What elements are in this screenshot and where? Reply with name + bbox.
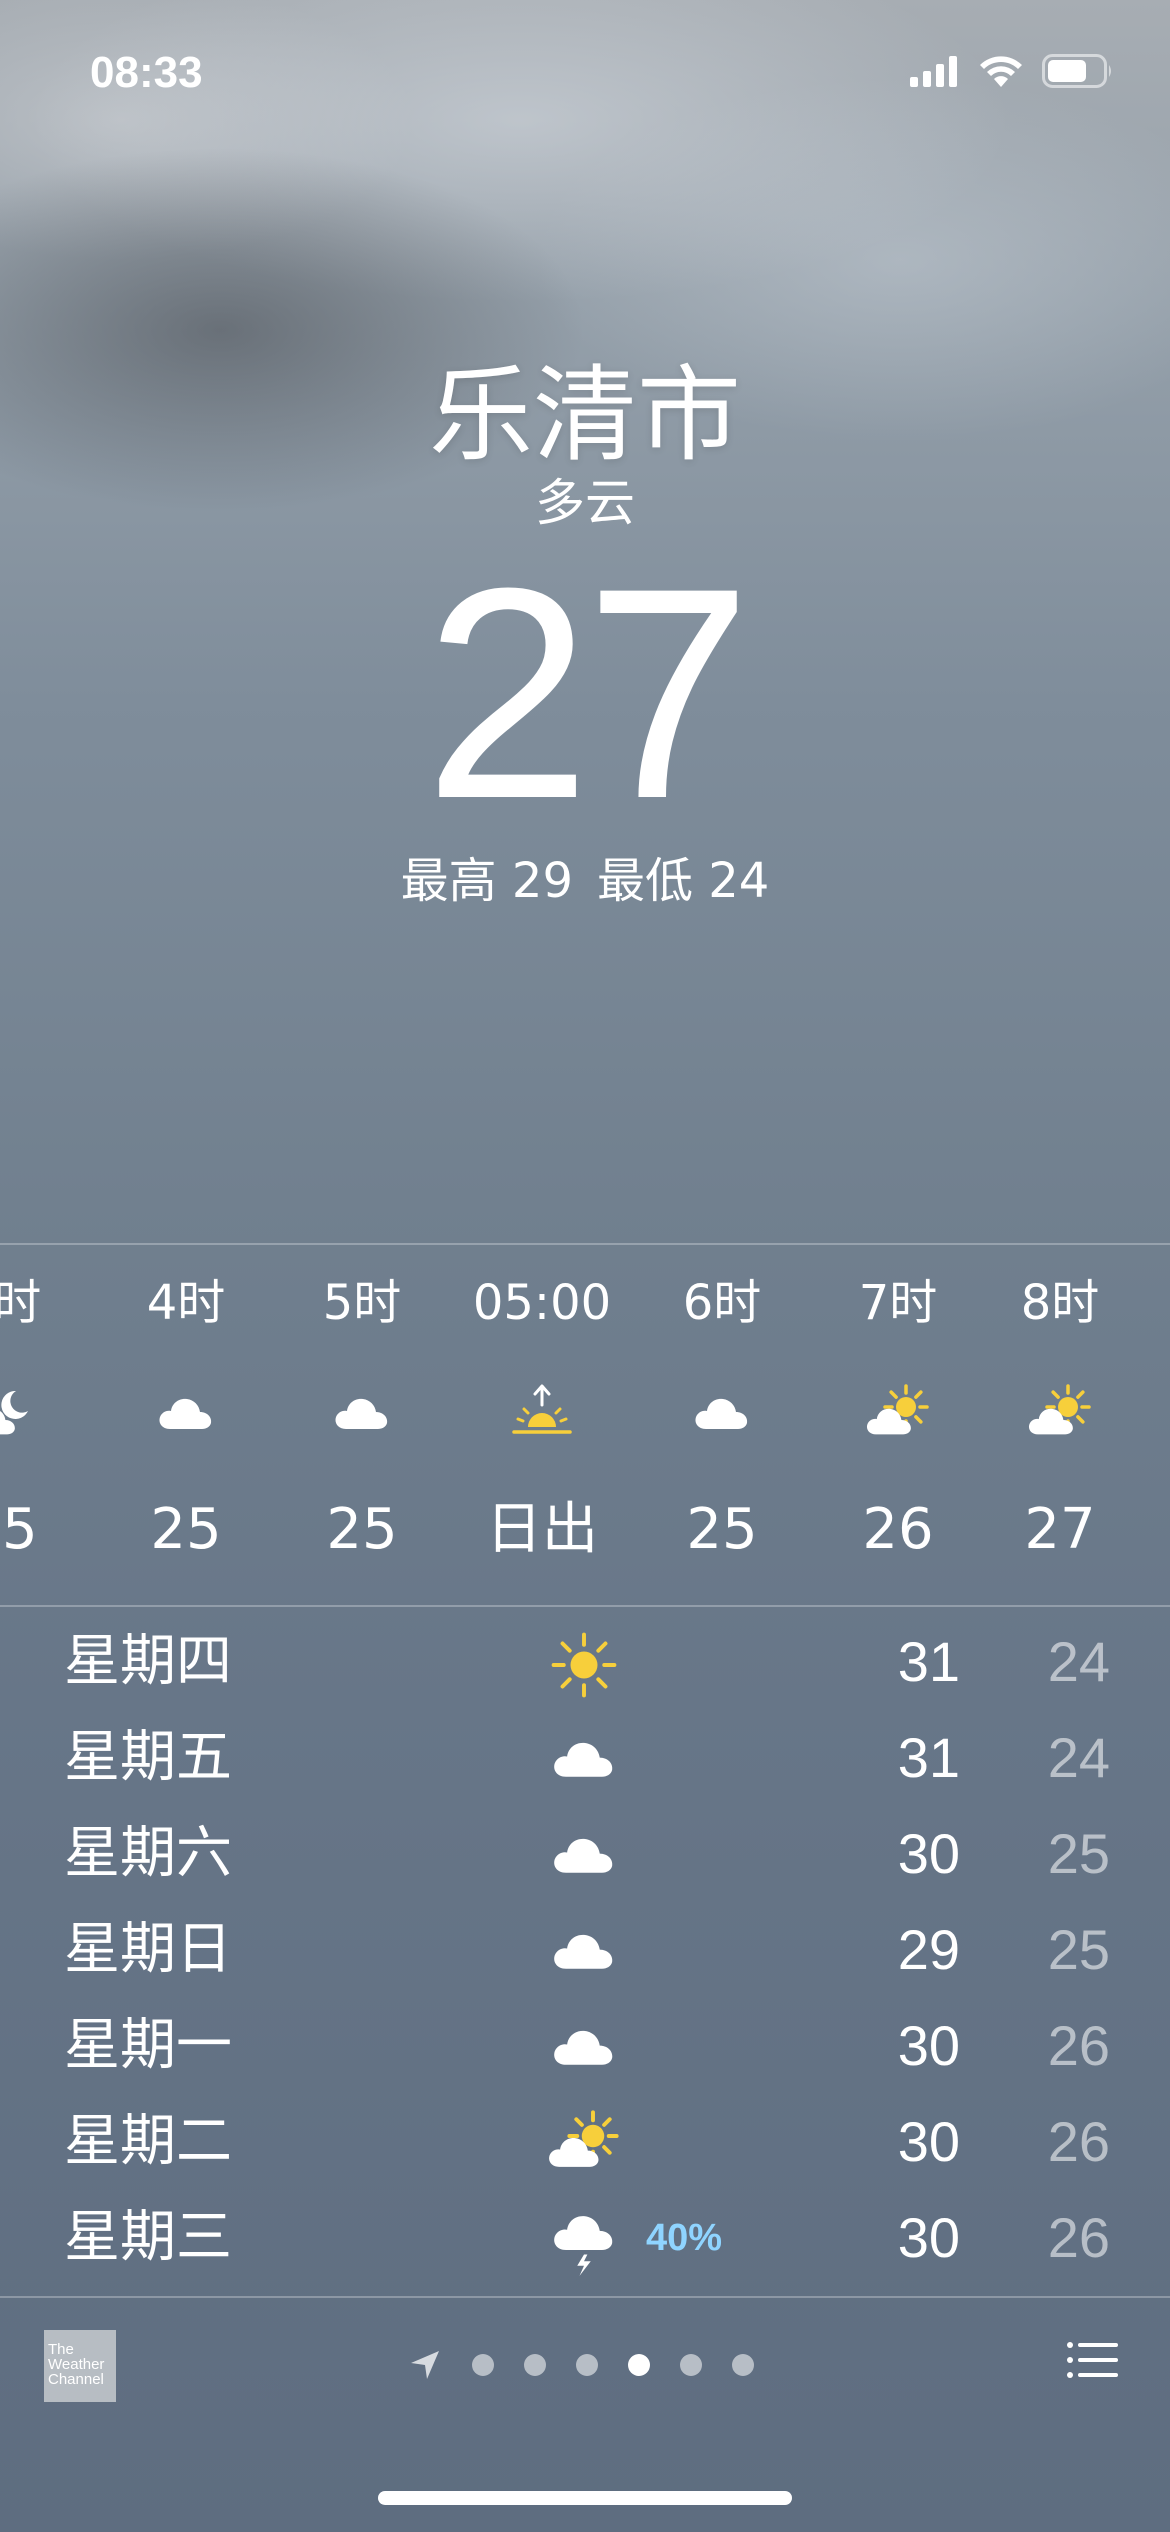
day-name: 星期四 [64, 1629, 232, 1694]
condition-text: 多云 [535, 474, 635, 532]
precip-chance: 40% [646, 2217, 723, 2259]
day-low: 25 [1047, 1822, 1110, 1885]
partly-sunny-icon [548, 2109, 620, 2181]
cloud-icon [690, 1383, 754, 1447]
day-name: 星期二 [64, 2109, 232, 2174]
logo-line: The [48, 2341, 74, 2358]
logo-line: Channel [48, 2371, 104, 2388]
day-name: 星期三 [64, 2205, 232, 2270]
location-arrow-icon [411, 2351, 439, 2379]
sun-icon [548, 1629, 620, 1701]
page-dot[interactable] [524, 2354, 546, 2376]
city-list-icon[interactable] [1066, 2340, 1118, 2380]
daily-row: 星期一 30 26 [0, 1999, 1170, 2095]
divider-bottom [0, 2296, 1170, 2298]
daily-row: 星期三 40% 30 26 [0, 2191, 1170, 2287]
footer-bar: The Weather Channel [0, 2300, 1170, 2430]
day-high: 29 [897, 1918, 960, 1981]
cloud-icon [154, 1383, 218, 1447]
daily-row: 星期五 31 24 [0, 1711, 1170, 1807]
high-low: 最高 29 最低 24 [0, 851, 1170, 911]
hourly-time: 6时 [682, 1275, 762, 1331]
cloud-icon [548, 1917, 620, 1989]
cloud-icon [548, 1725, 620, 1797]
hourly-temp: 25 [0, 1497, 38, 1562]
hourly-temp: 25 [686, 1497, 758, 1562]
day-high: 30 [897, 2206, 960, 2269]
divider-middle [0, 1605, 1170, 1607]
hourly-time: 05:00 [472, 1275, 612, 1331]
daily-row: 星期六 30 25 [0, 1807, 1170, 1903]
high-temp: 最高 29 [400, 853, 573, 909]
home-indicator[interactable] [378, 2491, 792, 2505]
partly-sunny-icon [866, 1383, 930, 1447]
cloud-icon [548, 1821, 620, 1893]
cloud-icon [330, 1383, 394, 1447]
wifi-icon [980, 56, 1022, 87]
hourly-time: 3时 [0, 1275, 42, 1331]
day-high: 30 [897, 2110, 960, 2173]
page-dot[interactable] [576, 2354, 598, 2376]
hourly-time: 7时 [858, 1275, 938, 1331]
sunrise-icon [510, 1383, 574, 1447]
low-temp: 最低 24 [597, 853, 770, 909]
day-high: 30 [897, 1822, 960, 1885]
hourly-temp: 日出 [486, 1497, 598, 1562]
partly-sunny-icon [1028, 1383, 1092, 1447]
hourly-time: 4时 [146, 1275, 226, 1331]
day-low: 25 [1047, 1918, 1110, 1981]
weather-channel-logo[interactable]: The Weather Channel [44, 2330, 116, 2402]
signal-icon [910, 56, 957, 87]
day-high: 31 [897, 1726, 960, 1789]
current-temperature: 27 [424, 525, 752, 861]
day-low: 24 [1047, 1726, 1110, 1789]
city-name: 乐清市 [428, 354, 741, 476]
hourly-temp: 26 [862, 1497, 934, 1562]
page-indicator[interactable] [408, 2348, 754, 2382]
day-name: 星期日 [64, 1917, 232, 1982]
page-dot[interactable] [628, 2354, 650, 2376]
day-name: 星期一 [64, 2013, 232, 2078]
day-low: 24 [1047, 1630, 1110, 1693]
battery-icon [1042, 54, 1111, 88]
current-weather: 乐清市 多云 27 最高 29 最低 24 [0, 355, 1170, 911]
daily-row: 星期日 29 25 [0, 1903, 1170, 1999]
logo-line: Weather [48, 2356, 105, 2373]
page-dot[interactable] [680, 2354, 702, 2376]
thunderstorm-icon [548, 2205, 620, 2277]
hourly-time: 5时 [322, 1275, 402, 1331]
moon-cloud-icon [0, 1383, 34, 1447]
day-low: 26 [1047, 2110, 1110, 2173]
day-name: 星期五 [64, 1725, 232, 1790]
day-low: 26 [1047, 2014, 1110, 2077]
page-dot[interactable] [732, 2354, 754, 2376]
hourly-forecast[interactable]: 3时 25 4时 25 5时 25 05:00 日出 6时 25 7时 26 8时 27 [0, 1245, 1170, 1605]
page-dot[interactable] [472, 2354, 494, 2376]
day-low: 26 [1047, 2206, 1110, 2269]
day-high: 31 [897, 1630, 960, 1693]
daily-row: 星期二 30 26 [0, 2095, 1170, 2191]
hourly-temp: 27 [1024, 1497, 1096, 1562]
day-high: 30 [897, 2014, 960, 2077]
status-time: 08:33 [90, 48, 203, 97]
daily-row: 星期四 31 24 [0, 1615, 1170, 1711]
status-bar: 08:33 [0, 0, 1170, 150]
day-name: 星期六 [64, 1821, 232, 1886]
hourly-temp: 25 [326, 1497, 398, 1562]
cloud-icon [548, 2013, 620, 2085]
hourly-temp: 25 [150, 1497, 222, 1562]
status-icons [910, 54, 1114, 88]
hourly-time: 8时 [1020, 1275, 1100, 1331]
